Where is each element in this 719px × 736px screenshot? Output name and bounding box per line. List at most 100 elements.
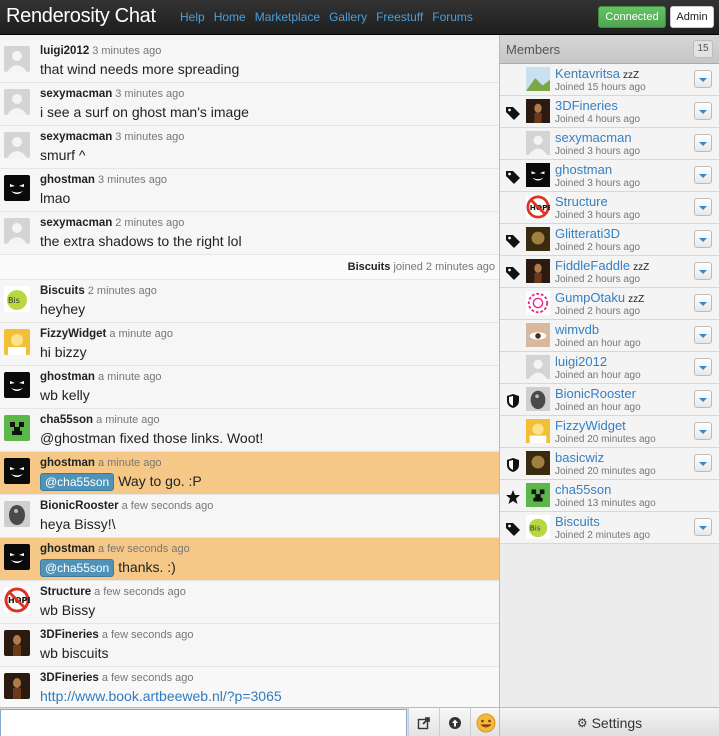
pattern-avatar[interactable]: [526, 291, 550, 315]
ghost-face-avatar[interactable]: [4, 458, 30, 484]
message-username[interactable]: ghostman: [40, 457, 95, 469]
nav-freestuff[interactable]: Freestuff: [376, 10, 423, 24]
member-name[interactable]: Biscuits: [555, 514, 600, 529]
message-username[interactable]: 3DFineries: [40, 672, 99, 684]
nav-help[interactable]: Help: [180, 10, 205, 24]
mention-tag[interactable]: @cha55son: [40, 473, 115, 491]
upload-button[interactable]: [439, 708, 470, 736]
member-name[interactable]: ghostman: [555, 162, 612, 177]
chat-input[interactable]: [0, 709, 407, 736]
figure-avatar[interactable]: [4, 630, 30, 656]
member-row[interactable]: 3DFineries Joined 4 hours ago: [500, 96, 719, 128]
member-menu-button[interactable]: [694, 294, 712, 312]
message-username[interactable]: ghostman: [40, 371, 95, 383]
member-menu-button[interactable]: [694, 518, 712, 536]
figure-avatar[interactable]: [526, 259, 550, 283]
member-name[interactable]: FiddleFaddle: [555, 258, 630, 273]
figure-avatar[interactable]: [4, 673, 30, 699]
ghost-face-avatar[interactable]: [4, 544, 30, 570]
member-menu-button[interactable]: [694, 390, 712, 408]
member-row[interactable]: ghostman Joined 3 hours ago: [500, 160, 719, 192]
member-row[interactable]: GumpOtaku zzZ Joined 2 hours ago: [500, 288, 719, 320]
nav-marketplace[interactable]: Marketplace: [255, 10, 320, 24]
member-name[interactable]: wimvdb: [555, 322, 599, 337]
landscape-avatar[interactable]: [526, 67, 550, 91]
ghost-face-avatar[interactable]: [4, 372, 30, 398]
blank-avatar[interactable]: [4, 132, 30, 158]
blank-avatar[interactable]: [526, 131, 550, 155]
member-menu-button[interactable]: [694, 70, 712, 88]
member-menu-button[interactable]: [694, 198, 712, 216]
homer-avatar[interactable]: [526, 419, 550, 443]
member-menu-button[interactable]: [694, 230, 712, 248]
member-menu-button[interactable]: [694, 358, 712, 376]
hope-avatar[interactable]: HOPE: [4, 587, 30, 613]
dark-avatar[interactable]: [526, 227, 550, 251]
member-name[interactable]: sexymacman: [555, 130, 632, 145]
creeper-avatar[interactable]: [4, 415, 30, 441]
member-name[interactable]: 3DFineries: [555, 98, 618, 113]
member-row[interactable]: luigi2012 Joined an hour ago: [500, 352, 719, 384]
message-username[interactable]: sexymacman: [40, 131, 112, 143]
message-username[interactable]: sexymacman: [40, 88, 112, 100]
message-list[interactable]: luigi2012 3 minutes ago that wind needs mo…: [0, 40, 499, 707]
ghost-face-avatar[interactable]: [526, 163, 550, 187]
figure-avatar[interactable]: [526, 99, 550, 123]
member-menu-button[interactable]: [694, 102, 712, 120]
biscuits-avatar[interactable]: Bis: [526, 515, 550, 539]
nav-forums[interactable]: Forums: [432, 10, 473, 24]
rooster-avatar[interactable]: [4, 501, 30, 527]
blank-avatar[interactable]: [4, 218, 30, 244]
creeper-avatar[interactable]: [526, 483, 550, 507]
member-name[interactable]: BionicRooster: [555, 386, 636, 401]
member-name[interactable]: basicwiz: [555, 450, 604, 465]
member-name[interactable]: FizzyWidget: [555, 418, 626, 433]
member-name[interactable]: Glitterati3D: [555, 226, 620, 241]
nav-home[interactable]: Home: [214, 10, 246, 24]
message-username[interactable]: BionicRooster: [40, 500, 119, 512]
member-row[interactable]: BionicRooster Joined an hour ago: [500, 384, 719, 416]
blank-avatar[interactable]: [4, 46, 30, 72]
mention-tag[interactable]: @cha55son: [40, 559, 115, 577]
member-name[interactable]: cha55son: [555, 482, 611, 497]
message-username[interactable]: ghostman: [40, 174, 95, 186]
member-name[interactable]: GumpOtaku: [555, 290, 625, 305]
message-username[interactable]: cha55son: [40, 414, 93, 426]
member-row[interactable]: Glitterati3D Joined 2 hours ago: [500, 224, 719, 256]
homer-avatar[interactable]: [4, 329, 30, 355]
member-row[interactable]: basicwiz Joined 20 minutes ago: [500, 448, 719, 480]
member-row[interactable]: cha55son Joined 13 minutes ago: [500, 480, 719, 512]
biscuits-avatar[interactable]: Bis: [4, 286, 30, 312]
message-username[interactable]: ghostman: [40, 543, 95, 555]
member-row[interactable]: FizzyWidget Joined 20 minutes ago: [500, 416, 719, 448]
message-username[interactable]: sexymacman: [40, 217, 112, 229]
settings-button[interactable]: ⚙ Settings: [499, 708, 719, 736]
message-username[interactable]: Biscuits: [40, 285, 85, 297]
member-row[interactable]: wimvdb Joined an hour ago: [500, 320, 719, 352]
dark-avatar[interactable]: [526, 451, 550, 475]
hope-avatar[interactable]: HOPE: [526, 195, 550, 219]
blank-avatar[interactable]: [526, 355, 550, 379]
member-row[interactable]: Bis Biscuits Joined 2 minutes ago: [500, 512, 719, 544]
member-row[interactable]: FiddleFaddle zzZ Joined 2 hours ago: [500, 256, 719, 288]
member-menu-button[interactable]: [694, 326, 712, 344]
ghost-face-avatar[interactable]: [4, 175, 30, 201]
rooster-avatar[interactable]: [526, 387, 550, 411]
emoji-button[interactable]: [470, 708, 501, 736]
member-row[interactable]: Kentavritsa zzZ Joined 15 hours ago: [500, 64, 719, 96]
message-username[interactable]: FizzyWidget: [40, 328, 106, 340]
message-username[interactable]: luigi2012: [40, 45, 89, 57]
message-link[interactable]: http://www.book.artbeeweb.nl/?p=3065: [40, 688, 282, 704]
member-row[interactable]: HOPE StructureJoined 3 hours ago: [500, 192, 719, 224]
member-name[interactable]: Kentavritsa: [555, 66, 620, 81]
member-menu-button[interactable]: [694, 134, 712, 152]
message-username[interactable]: Structure: [40, 586, 91, 598]
eye-avatar[interactable]: [526, 323, 550, 347]
member-menu-button[interactable]: [694, 454, 712, 472]
blank-avatar[interactable]: [4, 89, 30, 115]
share-button[interactable]: [408, 708, 439, 736]
member-row[interactable]: sexymacman Joined 3 hours ago: [500, 128, 719, 160]
nav-gallery[interactable]: Gallery: [329, 10, 367, 24]
message-username[interactable]: 3DFineries: [40, 629, 99, 641]
member-menu-button[interactable]: [694, 422, 712, 440]
